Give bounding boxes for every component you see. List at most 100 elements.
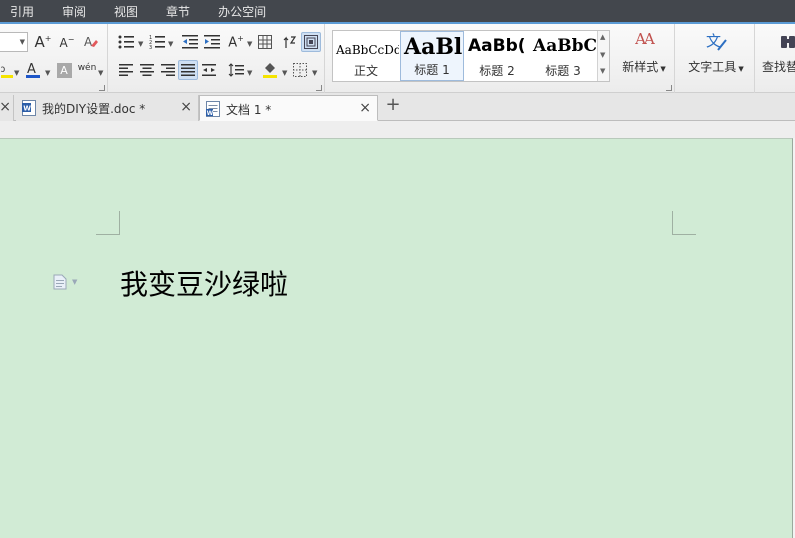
style-sample: AaBbC bbox=[533, 36, 596, 56]
line-spacing-button[interactable] bbox=[226, 60, 246, 80]
chevron-down-icon: ▼ bbox=[19, 38, 25, 46]
paragraph-group: ▼ 123 ▼ A+ ▼ ▼ ▼ ▼ bbox=[108, 24, 325, 93]
canvas-top-margin bbox=[0, 121, 795, 138]
align-right-button[interactable] bbox=[158, 60, 178, 80]
document-page[interactable]: ▼ 我变豆沙绿啦 bbox=[0, 138, 793, 538]
svg-text:文: 文 bbox=[706, 32, 721, 50]
chevron-down-icon: ▼ bbox=[312, 69, 318, 77]
chevron-up-icon[interactable]: ▲ bbox=[600, 33, 605, 41]
style-sample: AaBb( bbox=[468, 36, 526, 56]
menu-references[interactable]: 引用 bbox=[10, 3, 34, 20]
ribbon-toolbar: ▼ A+ A− A b ▼ A ▼ A wén ▼ ▼ 1 2 3 ▼ A+ ▼… bbox=[0, 22, 795, 93]
close-icon[interactable]: × bbox=[359, 100, 371, 116]
text-tools-group: 文 文字工具 ▼ bbox=[675, 24, 755, 93]
char-shading-button[interactable]: A bbox=[54, 60, 74, 80]
text-tools-icon: 文 bbox=[706, 32, 727, 51]
font-color-button[interactable]: A bbox=[23, 60, 43, 80]
font-color-icon: A bbox=[26, 62, 40, 78]
line-spacing-icon bbox=[228, 63, 244, 77]
bullets-button[interactable] bbox=[116, 32, 136, 52]
paragraph-dialog-launcher[interactable] bbox=[316, 85, 322, 91]
shrink-font-button[interactable]: A− bbox=[57, 32, 77, 52]
menu-review[interactable]: 审阅 bbox=[62, 3, 86, 20]
chevron-down-icon[interactable]: ▼ bbox=[600, 51, 605, 59]
new-tab-button[interactable]: + bbox=[383, 94, 403, 115]
new-style-button[interactable]: AA 新样式 ▼ bbox=[618, 30, 670, 75]
chevron-down-icon: ▼ bbox=[168, 40, 174, 48]
more-styles-icon[interactable]: ▼ bbox=[600, 67, 605, 75]
eraser-icon: A bbox=[84, 35, 98, 49]
paragraph-handle[interactable]: ▼ bbox=[53, 274, 77, 293]
style-caption: 正文 bbox=[353, 64, 378, 78]
style-caption: 标题 3 bbox=[545, 64, 581, 78]
chevron-down-icon: ▼ bbox=[45, 69, 51, 77]
svg-text:A: A bbox=[84, 35, 93, 49]
style-sample: AaBbCcDd bbox=[336, 43, 399, 57]
phonetic-guide-button[interactable]: wén bbox=[76, 58, 98, 78]
tab-title: 我的DIY设置.doc * bbox=[42, 102, 146, 116]
sort-button[interactable] bbox=[280, 32, 300, 52]
align-left-button[interactable] bbox=[116, 60, 136, 80]
find-replace-label: 查找替 bbox=[762, 60, 795, 74]
svg-text:3: 3 bbox=[149, 45, 152, 49]
font-size-combo[interactable]: ▼ bbox=[0, 32, 28, 52]
styles-gallery-scroller[interactable]: ▲ ▼ ▼ bbox=[597, 31, 609, 81]
binoculars-icon bbox=[781, 36, 795, 48]
highlight-button[interactable]: b bbox=[0, 60, 14, 80]
tab-diy-settings[interactable]: W 我的DIY设置.doc * × bbox=[16, 95, 199, 121]
align-center-button[interactable] bbox=[137, 60, 157, 80]
new-style-group: AA 新样式 ▼ bbox=[612, 24, 675, 93]
close-icon[interactable]: × bbox=[0, 99, 11, 115]
distribute-button[interactable] bbox=[199, 60, 219, 80]
paint-bucket-icon bbox=[263, 63, 277, 78]
font-dialog-launcher[interactable] bbox=[99, 85, 105, 91]
table-borders-button[interactable] bbox=[255, 32, 275, 52]
style-heading-2[interactable]: AaBb( 标题 2 bbox=[465, 31, 529, 81]
text-tools-button[interactable]: 文 文字工具 ▼ bbox=[683, 30, 749, 75]
svg-text:b: b bbox=[1, 64, 5, 75]
text-direction-icon: A+ bbox=[228, 33, 244, 51]
margin-corner-top-left bbox=[96, 211, 120, 235]
char-shading-icon: A bbox=[56, 62, 72, 78]
increase-indent-button[interactable] bbox=[202, 32, 222, 52]
chevron-down-icon: ▼ bbox=[138, 40, 144, 48]
align-left-icon bbox=[119, 64, 133, 76]
close-icon[interactable]: × bbox=[180, 99, 192, 115]
indent-icon bbox=[204, 35, 220, 49]
shading-button[interactable] bbox=[260, 60, 280, 80]
grow-font-icon: A+ bbox=[34, 33, 52, 51]
menu-section[interactable]: 章节 bbox=[166, 3, 190, 20]
grid-icon bbox=[258, 35, 272, 49]
numbering-button[interactable]: 123 bbox=[147, 32, 167, 52]
style-normal[interactable]: AaBbCcDd 正文 bbox=[333, 31, 399, 81]
font-group: ▼ A+ A− A b ▼ A ▼ A wén ▼ bbox=[0, 24, 108, 93]
chevron-down-icon: ▼ bbox=[72, 278, 78, 286]
document-body-text[interactable]: 我变豆沙绿啦 bbox=[120, 263, 288, 303]
chevron-down-icon: ▼ bbox=[98, 69, 104, 77]
justify-button[interactable] bbox=[178, 60, 198, 80]
styles-dialog-launcher[interactable] bbox=[666, 85, 672, 91]
menu-office-space[interactable]: 办公空间 bbox=[218, 3, 266, 20]
borders-button[interactable] bbox=[290, 60, 310, 80]
find-replace-button[interactable]: 查找替 bbox=[762, 30, 795, 75]
show-marks-button[interactable] bbox=[301, 32, 321, 52]
clear-format-button[interactable]: A bbox=[81, 32, 101, 52]
style-heading-1[interactable]: AaBl 标题 1 bbox=[400, 31, 464, 81]
tab-document-1[interactable]: W 文档 1 * × bbox=[199, 95, 378, 121]
shrink-font-icon: A− bbox=[59, 34, 75, 50]
margin-corner-top-right bbox=[672, 211, 696, 235]
text-direction-button[interactable]: A+ bbox=[226, 32, 246, 52]
tab-previous-close: × bbox=[0, 95, 14, 121]
style-sample: AaBl bbox=[404, 34, 463, 60]
word-doc-icon: W bbox=[206, 101, 220, 117]
sort-icon bbox=[283, 36, 297, 48]
new-style-icon: AA bbox=[635, 30, 655, 48]
style-heading-3[interactable]: AaBbC 标题 3 bbox=[530, 31, 596, 81]
decrease-indent-button[interactable] bbox=[180, 32, 200, 52]
grow-font-button[interactable]: A+ bbox=[33, 32, 53, 52]
style-caption: 标题 2 bbox=[479, 64, 515, 78]
text-tools-label: 文字工具 bbox=[688, 60, 737, 74]
chevron-down-icon: ▼ bbox=[247, 69, 253, 77]
paragraph-marks-icon bbox=[304, 35, 318, 49]
menu-view[interactable]: 视图 bbox=[114, 3, 138, 20]
